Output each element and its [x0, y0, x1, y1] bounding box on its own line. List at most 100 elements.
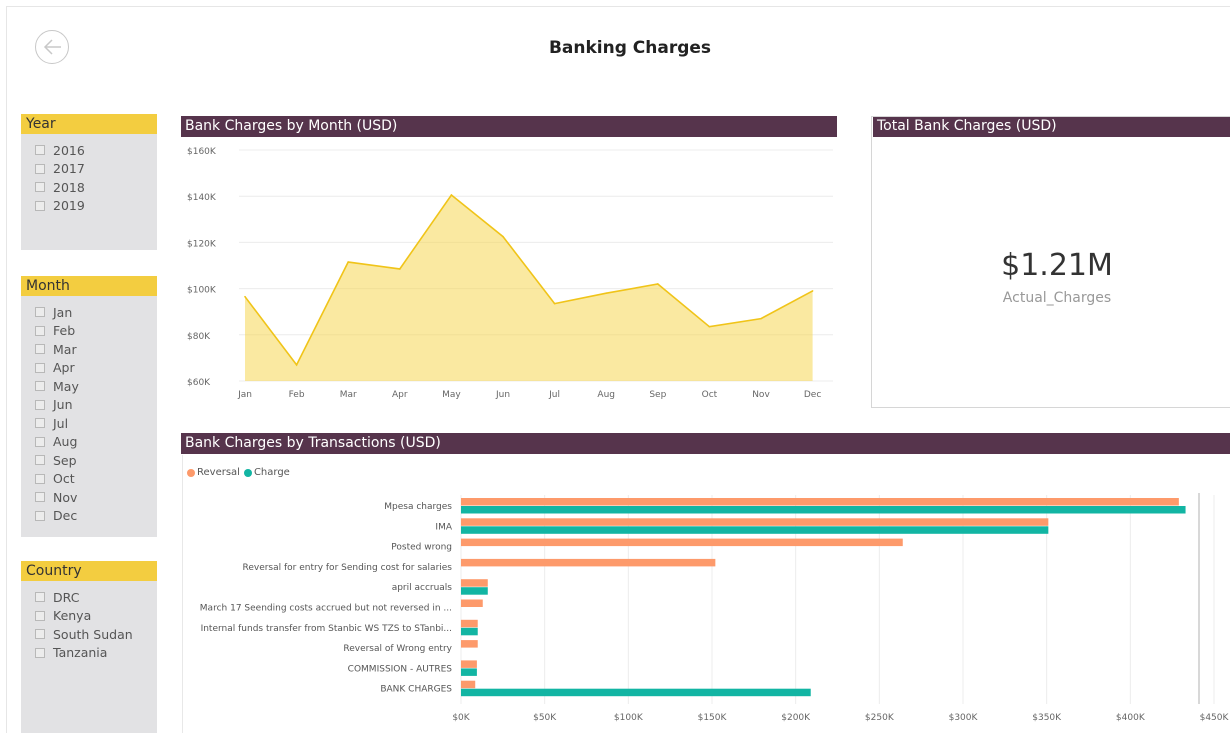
- month-option-2[interactable]: Mar: [21, 340, 157, 359]
- checkbox-icon[interactable]: [35, 647, 45, 658]
- data-point-jun: [502, 235, 504, 238]
- checkbox-icon[interactable]: [35, 399, 45, 410]
- charge-bar: [461, 627, 478, 636]
- year-option-2[interactable]: 2018: [21, 178, 157, 197]
- checkbox-icon[interactable]: [35, 418, 45, 429]
- checkbox-icon[interactable]: [35, 200, 45, 211]
- category-label: COMMISSION - AUTRES: [348, 664, 453, 674]
- month-option-7[interactable]: Aug: [21, 433, 157, 452]
- checkbox-icon[interactable]: [35, 307, 45, 318]
- month-option-9[interactable]: Oct: [21, 470, 157, 489]
- month-option-4[interactable]: May: [21, 377, 157, 396]
- y-tick-label: $160K: [187, 147, 217, 157]
- checkbox-icon[interactable]: [35, 344, 45, 355]
- year-option-3[interactable]: 2019: [21, 197, 157, 216]
- checkbox-icon[interactable]: [35, 492, 45, 503]
- country-option-1[interactable]: Kenya: [21, 607, 157, 626]
- month-option-0[interactable]: Jan: [21, 303, 157, 322]
- year-option-label: 2018: [53, 179, 85, 195]
- checkbox-icon[interactable]: [35, 362, 45, 373]
- data-point-sep: [657, 283, 659, 285]
- x-tick-label: Jul: [548, 390, 560, 400]
- transactions-panel-border: [182, 455, 183, 733]
- country-option-3[interactable]: Tanzania: [21, 644, 157, 663]
- charge-dot-icon: [243, 468, 252, 477]
- x-tick-label: $250K: [865, 713, 895, 723]
- month-option-label: Oct: [53, 471, 75, 487]
- data-point-may: [450, 194, 453, 196]
- legend-item-charge[interactable]: Charge: [243, 467, 290, 478]
- checkbox-icon[interactable]: [35, 610, 45, 621]
- category-label: Reversal for entry for Sending cost for …: [242, 563, 452, 573]
- x-tick-label: $0K: [452, 713, 470, 723]
- checkbox-icon[interactable]: [35, 592, 45, 603]
- year-option-0[interactable]: 2016: [21, 141, 157, 160]
- page-title: Banking Charges: [548, 38, 712, 58]
- month-option-11[interactable]: Dec: [21, 507, 157, 526]
- reversal-bar: [461, 498, 1179, 506]
- y-tick-label: $120K: [187, 239, 217, 249]
- total-charges-value: $1.21M: [1001, 248, 1113, 283]
- data-point-aug: [605, 292, 607, 295]
- checkbox-icon[interactable]: [35, 163, 45, 174]
- x-tick-label: $450K: [1200, 713, 1230, 723]
- country-option-label: DRC: [53, 589, 80, 605]
- x-tick-label: $200K: [781, 713, 811, 723]
- month-option-label: Jan: [53, 304, 73, 320]
- month-option-6[interactable]: Jul: [21, 414, 157, 433]
- data-point-apr: [399, 268, 401, 270]
- legend-item-reversal[interactable]: Reversal: [187, 467, 240, 478]
- year-option-label: 2017: [53, 161, 85, 177]
- data-point-oct: [708, 325, 711, 328]
- month-option-label: Aug: [53, 434, 78, 450]
- month-slicer: Month Jan Feb Mar Apr May Jun Jul Aug Sep Oct Nov D…: [21, 276, 157, 537]
- data-point-jan: [244, 295, 246, 298]
- country-slicer: Country DRC Kenya South Sudan Tanzania: [21, 561, 157, 733]
- checkbox-icon[interactable]: [35, 325, 45, 336]
- month-option-1[interactable]: Feb: [21, 322, 157, 341]
- checkbox-icon[interactable]: [35, 473, 45, 484]
- charge-bar: [461, 668, 477, 676]
- category-label: Internal funds transfer from Stanbic WS …: [201, 624, 452, 634]
- charge-bar: [461, 587, 488, 595]
- checkbox-icon[interactable]: [35, 145, 45, 156]
- country-option-label: Tanzania: [53, 645, 108, 661]
- x-tick-label: Jan: [237, 390, 252, 400]
- x-tick-label: May: [442, 390, 461, 400]
- y-tick-label: $140K: [187, 193, 217, 203]
- category-label: March 17 Seending costs accrued but not …: [200, 604, 452, 614]
- reversal-bar: [461, 599, 483, 607]
- month-option-8[interactable]: Sep: [21, 451, 157, 470]
- year-option-1[interactable]: 2017: [21, 160, 157, 179]
- charge-bar: [461, 506, 1186, 514]
- year-option-label: 2016: [53, 142, 85, 158]
- reversal-bar: [461, 640, 478, 648]
- checkbox-icon[interactable]: [35, 436, 45, 447]
- category-label: Reversal of Wrong entry: [343, 644, 452, 654]
- country-option-2[interactable]: South Sudan: [21, 625, 157, 644]
- month-option-3[interactable]: Apr: [21, 359, 157, 378]
- area-fill: [245, 195, 813, 381]
- month-option-label: May: [53, 378, 79, 394]
- transactions-bar-chart: $0K $50K $100K $150K $200K $250K $300K $350K $40…: [200, 493, 1230, 723]
- x-tick-label: $50K: [533, 713, 557, 723]
- x-tick-label: $400K: [1116, 713, 1146, 723]
- reversal-bar: [461, 518, 1049, 526]
- checkbox-icon[interactable]: [35, 182, 45, 193]
- x-tick-label: $350K: [1032, 713, 1062, 723]
- country-option-0[interactable]: DRC: [21, 588, 157, 607]
- month-option-10[interactable]: Nov: [21, 488, 157, 507]
- legend-label-reversal: Reversal: [197, 467, 240, 478]
- month-option-5[interactable]: Jun: [21, 396, 157, 415]
- month-area-chart: $160K $140K $120K $100K $80K $60K Jan Feb Mar Apr…: [187, 147, 833, 400]
- country-option-label: South Sudan: [53, 626, 133, 642]
- total-charges-label: Actual_Charges: [1002, 290, 1112, 306]
- x-tick-label: Oct: [702, 390, 718, 400]
- checkbox-icon[interactable]: [35, 510, 45, 521]
- checkbox-icon[interactable]: [35, 455, 45, 466]
- month-option-label: Feb: [53, 323, 76, 339]
- x-tick-label: Aug: [597, 390, 615, 400]
- checkbox-icon[interactable]: [35, 381, 45, 392]
- checkbox-icon[interactable]: [35, 629, 45, 640]
- x-tick-label: $300K: [949, 713, 979, 723]
